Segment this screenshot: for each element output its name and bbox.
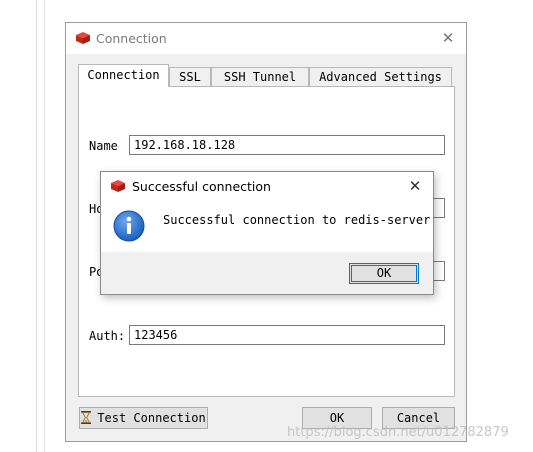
hourglass-icon (81, 411, 92, 424)
tab-connection[interactable]: Connection (78, 64, 169, 87)
tab-ssh-tunnel[interactable]: SSH Tunnel (211, 67, 309, 86)
close-icon[interactable]: ✕ (438, 28, 458, 48)
redis-icon (76, 32, 90, 44)
redis-icon (111, 180, 125, 192)
info-icon (113, 210, 145, 242)
dialog-title: Successful connection (132, 179, 271, 194)
window-titlebar[interactable]: Connection ✕ (66, 23, 466, 54)
auth-label: Auth: (89, 329, 126, 343)
name-label: Name (89, 139, 118, 153)
background-divider (36, 0, 37, 452)
test-connection-label: Test Connection (97, 411, 206, 425)
watermark: https://blog.csdn.net/u012782879 (287, 425, 509, 440)
name-input[interactable]: 192.168.18.128 (129, 135, 445, 155)
background-divider (44, 0, 45, 452)
dialog-ok-button[interactable]: OK (349, 263, 419, 284)
dialog-message: Successful connection to redis-server (163, 213, 431, 227)
tab-advanced-settings[interactable]: Advanced Settings (309, 67, 452, 86)
success-dialog: Successful connection ✕ Successful conne… (100, 171, 434, 295)
tab-ssl[interactable]: SSL (169, 67, 211, 86)
test-connection-button[interactable]: Test Connection (79, 407, 208, 429)
dialog-footer: OK (101, 252, 433, 294)
window-title: Connection (96, 31, 167, 46)
close-icon[interactable]: ✕ (405, 176, 425, 196)
auth-input[interactable]: 123456 (129, 325, 445, 345)
